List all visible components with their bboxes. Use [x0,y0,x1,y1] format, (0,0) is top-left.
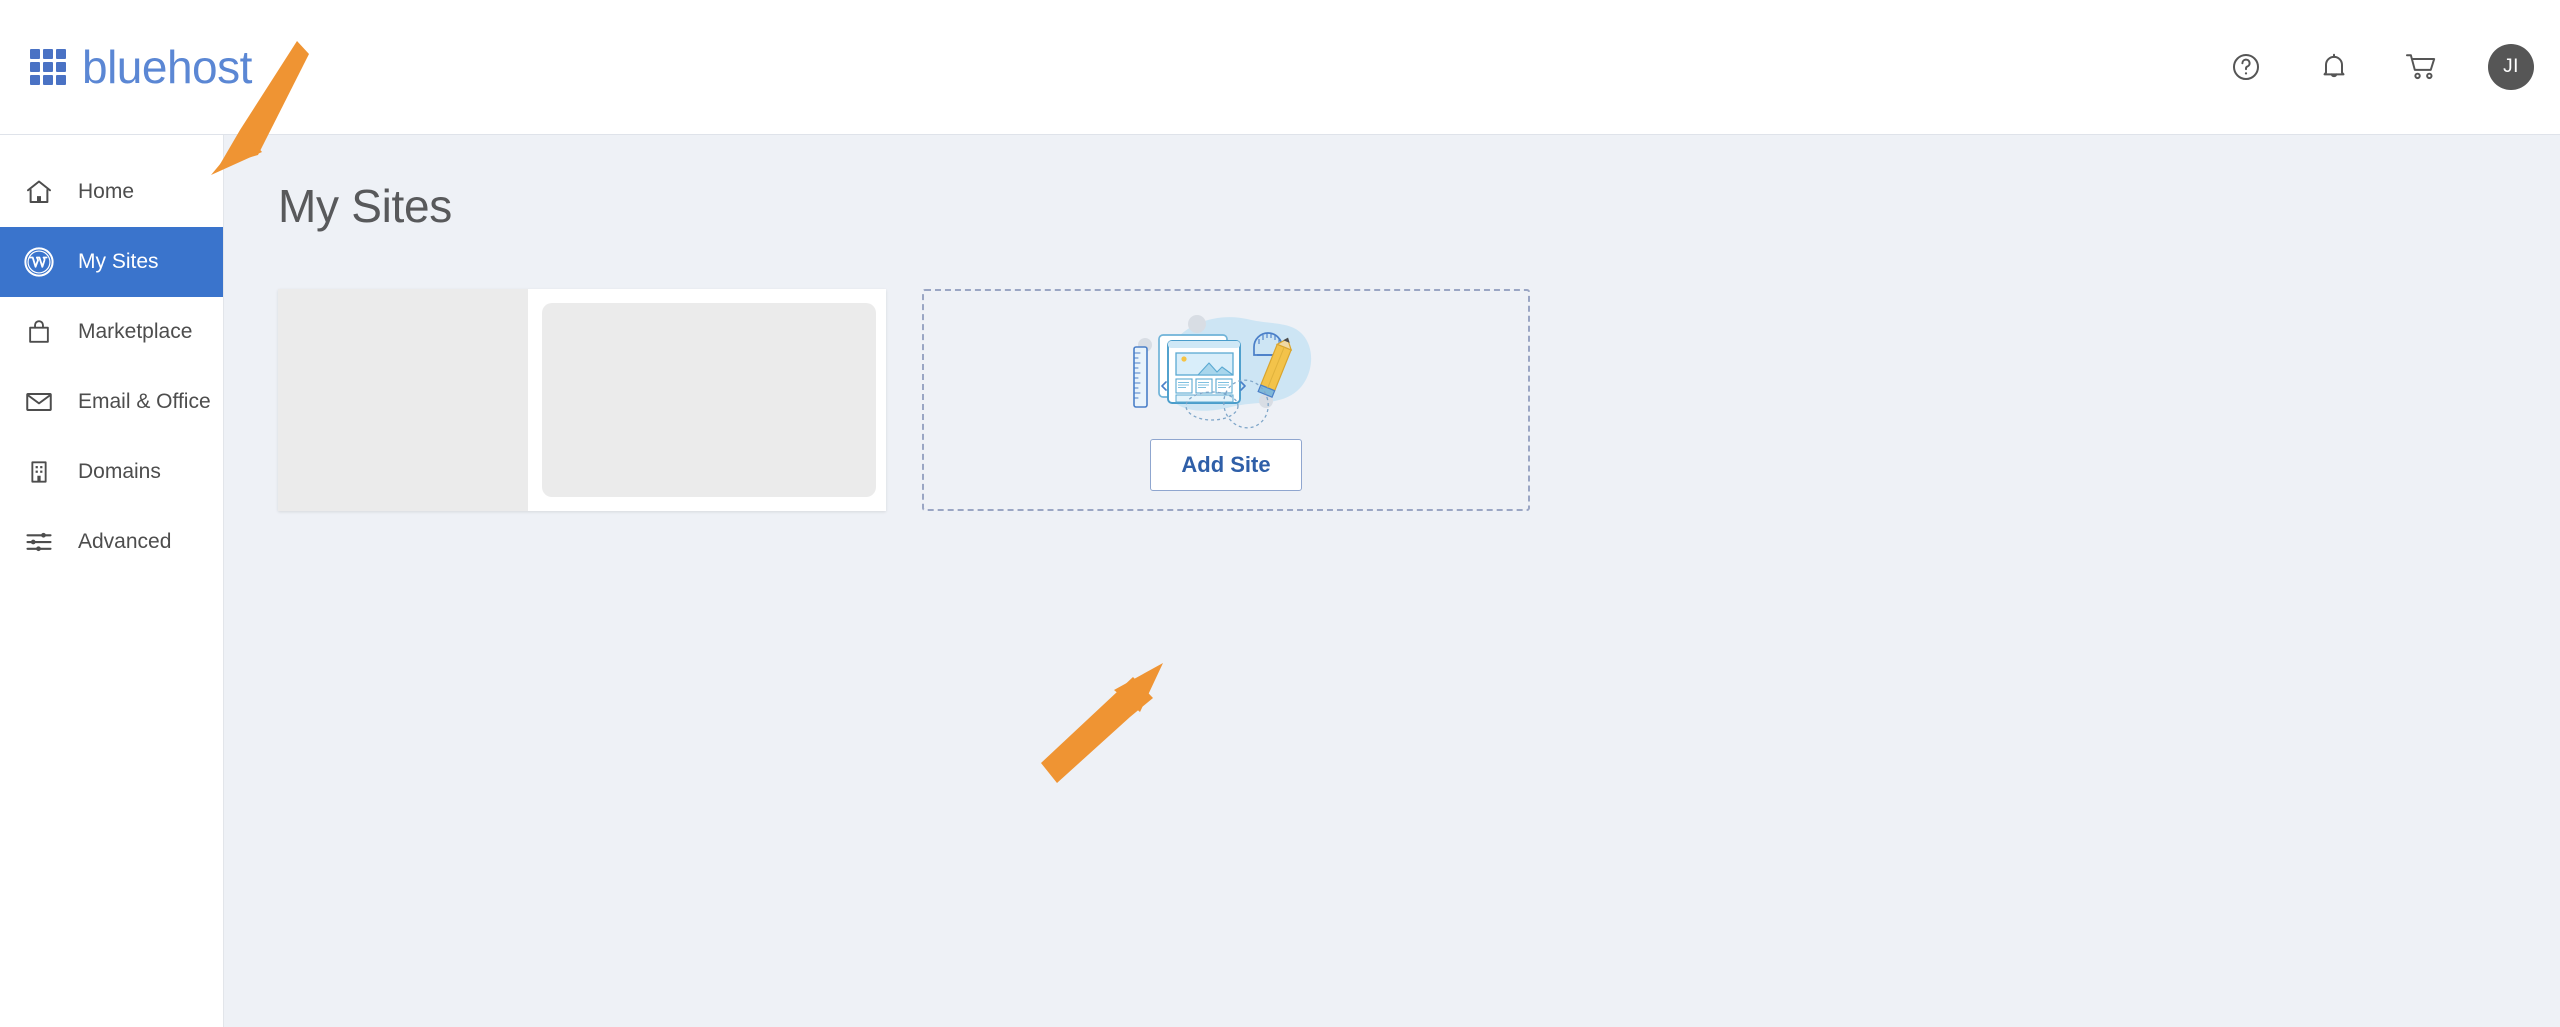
website-builder-illustration [1126,309,1326,437]
skeleton-details [528,289,886,511]
add-site-button[interactable]: Add Site [1150,439,1302,491]
page-title: My Sites [278,180,452,232]
avatar[interactable]: JI [2488,44,2534,90]
sidebar-item-label: Domains [78,460,161,483]
skeleton-thumbnail [278,289,528,511]
grid-icon [30,49,66,85]
help-icon[interactable] [2224,45,2268,89]
bell-icon[interactable] [2312,45,2356,89]
sidebar-nav: Home My Sites Marketplace Email & Office… [0,135,224,1027]
site-card-skeleton[interactable] [278,289,886,511]
sidebar-item-advanced[interactable]: Advanced [0,507,223,577]
sidebar-item-home[interactable]: Home [0,157,223,227]
top-header: bluehost JI [0,0,2560,135]
envelope-icon [22,385,56,419]
building-icon [22,455,56,489]
sidebar-item-marketplace[interactable]: Marketplace [0,297,223,367]
header-actions: JI [2224,44,2534,90]
sidebar-item-label: Advanced [78,530,172,553]
cart-icon[interactable] [2400,45,2444,89]
sites-card-list: Add Site [278,289,2500,511]
skeleton-block [542,303,876,497]
sidebar-item-my-sites[interactable]: My Sites [0,227,223,297]
add-site-card[interactable]: Add Site [922,289,1530,511]
main-content: My Sites Add Site [224,135,2560,1027]
sidebar-item-label: Email & Office [78,390,211,413]
sidebar-item-label: My Sites [78,250,159,273]
brand-logo[interactable]: bluehost [30,40,252,94]
sidebar-item-label: Marketplace [78,320,193,343]
brand-name: bluehost [82,41,252,93]
sidebar-item-domains[interactable]: Domains [0,437,223,507]
home-icon [22,175,56,209]
sidebar-item-label: Home [78,180,135,203]
sliders-icon [22,525,56,559]
shopping-bag-icon [22,315,56,349]
sidebar-item-email-office[interactable]: Email & Office [0,367,223,437]
wordpress-icon [22,245,56,279]
